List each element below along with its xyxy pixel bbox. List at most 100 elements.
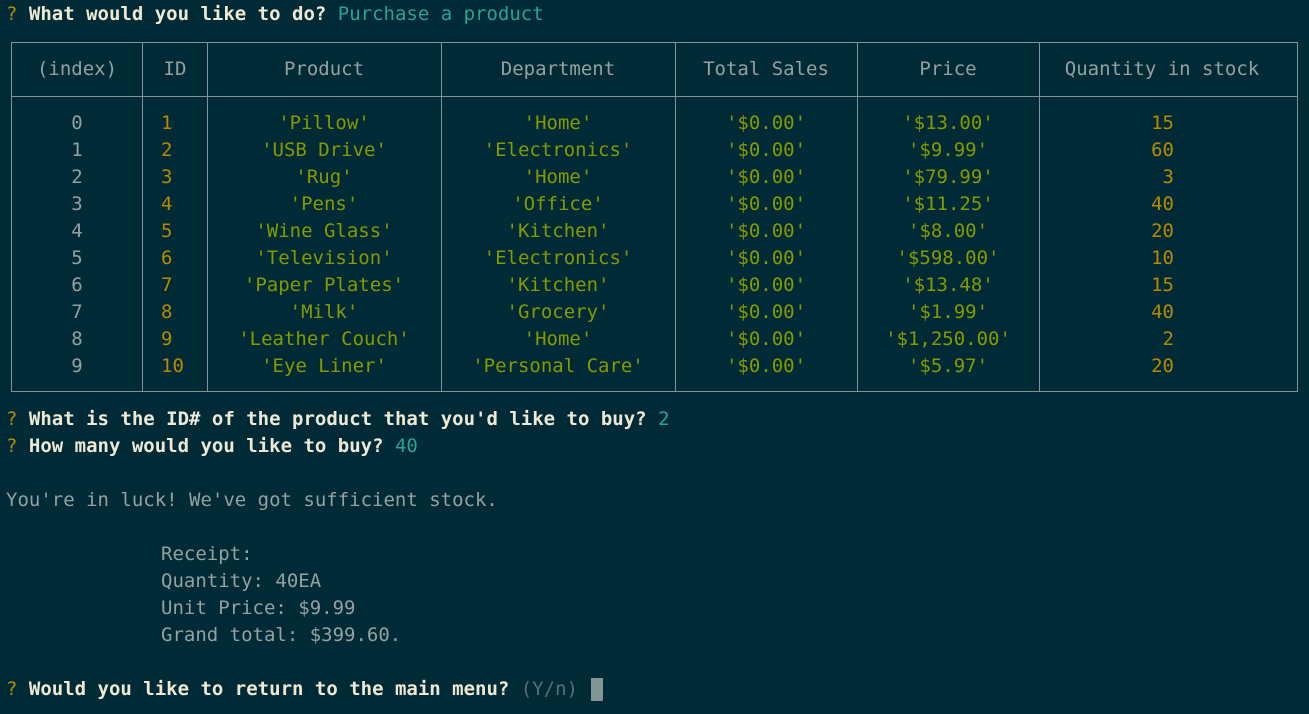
prompt-answer: Purchase a product [337, 3, 544, 25]
stock-message: You're in luck! We've got sufficient sto… [6, 489, 498, 511]
table-header-cell: Price [919, 58, 977, 80]
table-cell: 3 [71, 193, 83, 215]
prompt-hint: (Y/n) [520, 678, 578, 700]
table-cell: 'Pillow' [278, 112, 370, 134]
table-cell: 2 [1162, 328, 1174, 350]
table-cell: 10 [161, 355, 184, 377]
receipt-quantity: Quantity: 40EA [161, 570, 322, 592]
table-cell: 5 [161, 220, 173, 242]
table-cell: 'Leather Couch' [238, 328, 410, 350]
table-cell: 'Paper Plates' [243, 274, 405, 296]
table-cell: '$0.00' [725, 220, 807, 242]
table-cell: 3 [161, 166, 173, 188]
table-cell: 3 [1162, 166, 1174, 188]
table-cell: 6 [71, 274, 83, 296]
table-cell: 40 [1151, 193, 1174, 215]
table-cell: 9 [161, 328, 173, 350]
prompt-what-to-do: ? What would you like to do? Purchase a … [6, 1, 544, 28]
table-cell: '$0.00' [725, 193, 807, 215]
table-cell: 1 [71, 139, 83, 161]
table-cell: '$0.00' [725, 139, 807, 161]
table-cell: 'Pens' [289, 193, 359, 215]
table-cell: 'USB Drive' [261, 139, 387, 161]
table-cell: '$79.99' [902, 166, 994, 188]
table-cell: '$13.48' [902, 274, 994, 296]
table-header-cell: ID [163, 58, 187, 80]
table-cell: 'Home' [523, 112, 593, 134]
table-cell: 2 [71, 166, 83, 188]
table-cell: '$13.00' [902, 112, 994, 134]
table-cell: 'Office' [512, 193, 604, 215]
table-cell: 4 [161, 193, 173, 215]
prompt-product-id: ? What is the ID# of the product that yo… [6, 406, 670, 433]
table-cell: 0 [71, 112, 83, 134]
table-cell: 15 [1151, 274, 1174, 296]
table-header-cell: Department [500, 58, 616, 80]
table-cell: 'Milk' [289, 301, 359, 323]
table-cell: '$0.00' [725, 166, 807, 188]
table-cell: 15 [1151, 112, 1174, 134]
table-cell: 5 [71, 247, 83, 269]
table-cell: '$0.00' [725, 355, 807, 377]
table-cell: 20 [1151, 355, 1174, 377]
table-cell: '$8.00' [907, 220, 989, 242]
receipt-grand-total: Grand total: $399.60. [161, 624, 402, 646]
table-cell: 1 [161, 112, 173, 134]
prompt-question: Would you like to return to the main men… [28, 678, 510, 700]
table-cell: 7 [161, 274, 173, 296]
prompt-question: What would you like to do? [28, 3, 327, 25]
table-cell: 2 [161, 139, 173, 161]
table-cell: 8 [71, 328, 83, 350]
prompt-quantity: ? How many would you like to buy? 40 [6, 433, 418, 460]
prompt-return-menu[interactable]: ? Would you like to return to the main m… [6, 676, 604, 703]
prompt-answer: 40 [394, 435, 418, 457]
table-cell: 6 [161, 247, 173, 269]
table-cell: 'Kitchen' [506, 274, 610, 296]
table-cell: 'Home' [523, 328, 593, 350]
table-header-divider [12, 96, 1297, 97]
table-header-cell: Total Sales [703, 58, 829, 80]
table-cell: 'Grocery' [506, 301, 610, 323]
table-cell: 'Personal Care' [472, 355, 644, 377]
table-cell: 'Kitchen' [506, 220, 610, 242]
table-cell: 8 [161, 301, 173, 323]
receipt-title: Receipt: [161, 543, 253, 565]
table-cell: 'Electronics' [483, 139, 633, 161]
table-cell: '$1,250.00' [885, 328, 1011, 350]
prompt-question: How many would you like to buy? [28, 435, 384, 457]
table-cell: '$5.97' [907, 355, 989, 377]
table-cell: 'Television' [255, 247, 393, 269]
table-header-cell: Product [283, 58, 365, 80]
prompt-symbol: ? [6, 678, 18, 700]
table-cell: '$9.99' [907, 139, 989, 161]
prompt-answer: 2 [658, 408, 670, 430]
table-cell: 7 [71, 301, 83, 323]
table-cell: 60 [1151, 139, 1174, 161]
prompt-symbol: ? [6, 435, 18, 457]
table-header-cell: Quantity in stock [1064, 58, 1260, 80]
table-cell: 10 [1151, 247, 1174, 269]
table-cell: '$1.99' [907, 301, 989, 323]
products-table: (index) ID Product Department Total Sales Pri… [11, 42, 1298, 392]
prompt-question: What is the ID# of the product that you'… [28, 408, 647, 430]
receipt-unit-price: Unit Price: $9.99 [161, 597, 356, 619]
table-cell: 'Home' [523, 166, 593, 188]
table-cell: 9 [71, 355, 83, 377]
table-cell: 'Wine Glass' [255, 220, 393, 242]
prompt-symbol: ? [6, 408, 18, 430]
table-cell: '$0.00' [725, 112, 807, 134]
table-cell: '$11.25' [902, 193, 994, 215]
table-cell: 4 [71, 220, 83, 242]
prompt-symbol: ? [6, 3, 18, 25]
table-cell: 20 [1151, 220, 1174, 242]
table-cell: '$0.00' [725, 247, 807, 269]
table-header-cell: (index) [36, 58, 118, 80]
terminal-cursor[interactable] [591, 678, 604, 701]
table-cell: '$0.00' [725, 301, 807, 323]
table-cell: 'Rug' [295, 166, 353, 188]
table-cell: 'Eye Liner' [261, 355, 387, 377]
table-cell: '$0.00' [725, 274, 807, 296]
table-cell: '$598.00' [896, 247, 1000, 269]
table-cell: 40 [1151, 301, 1174, 323]
table-cell: '$0.00' [725, 328, 807, 350]
